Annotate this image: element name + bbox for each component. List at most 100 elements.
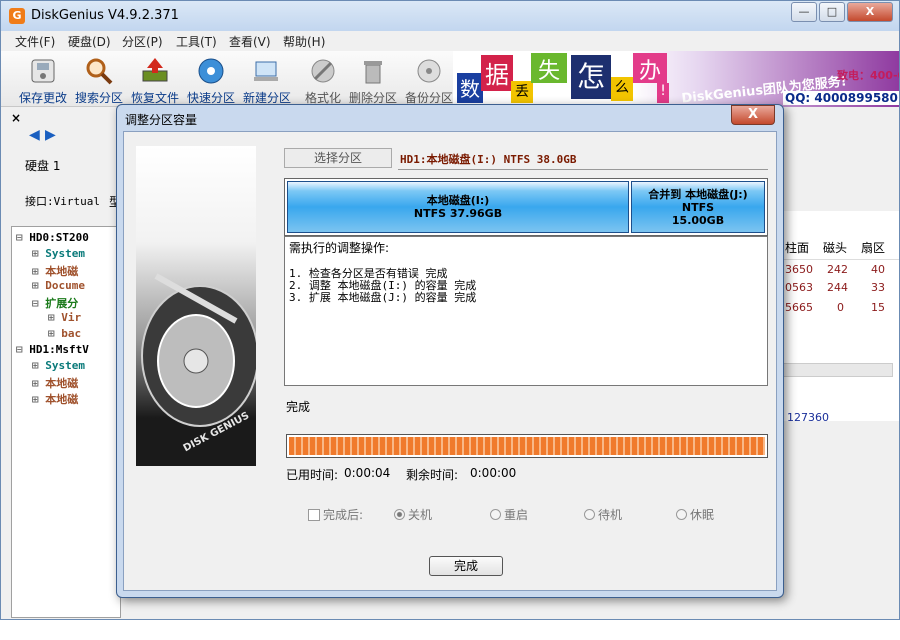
maximize-button[interactable]: □	[819, 2, 845, 22]
after-complete-checkbox[interactable]: 完成后:	[308, 506, 363, 523]
delete-partition-button[interactable]: 删除分区	[345, 53, 401, 105]
menu-view[interactable]: 查看(V)	[229, 33, 271, 50]
grid-cell: 244	[827, 281, 848, 294]
tree-item[interactable]: ⊞ Docume	[32, 279, 85, 295]
banner-char: 丢	[511, 81, 533, 103]
grid-header: 扇区	[861, 241, 886, 255]
recover-file-button[interactable]: 恢复文件	[127, 53, 183, 105]
tree-item[interactable]: ⊞ System	[32, 247, 85, 263]
nav-back-icon[interactable]: ◀	[29, 127, 40, 143]
nav-forward-icon[interactable]: ▶	[45, 127, 56, 143]
minimize-button[interactable]: —	[791, 2, 817, 22]
delete-partition-icon	[364, 61, 382, 84]
grid-extra-value: 127360	[787, 411, 829, 424]
partition-segment-i[interactable]: 本地磁盘(I:) NTFS 37.96GB	[287, 181, 629, 233]
quick-partition-button[interactable]: 快速分区	[183, 53, 239, 105]
new-partition-button[interactable]: 新建分区	[239, 53, 295, 105]
partition-layout-bar: 本地磁盘(I:) NTFS 37.96GB 合并到 本地磁盘(J:) NTFS …	[284, 178, 768, 236]
format-button[interactable]: 格式化	[295, 53, 351, 105]
elapsed-label: 已用时间:	[286, 468, 339, 482]
backup-partition-button[interactable]: 备份分区	[401, 53, 457, 105]
banner-phone: 致电：400-0	[837, 69, 899, 82]
menu-partition[interactable]: 分区(P)	[122, 33, 163, 50]
expand-icon[interactable]: ⊞	[32, 359, 45, 372]
radio-icon	[584, 509, 595, 520]
tree-item[interactable]: ⊞ 本地磁	[32, 263, 78, 279]
progress-fill	[289, 437, 765, 455]
option-hibernate[interactable]: 休眠	[676, 506, 714, 523]
save-changes-button[interactable]: 保存更改	[15, 53, 71, 105]
dialog-body: DISK GENIUS 选择分区 HD1:本地磁盘(I:) NTFS 38.0G…	[123, 131, 777, 591]
new-partition-icon	[254, 61, 278, 81]
expand-icon[interactable]: ⊞	[48, 311, 61, 324]
menu-bar: 文件(F) 硬盘(D) 分区(P) 工具(T) 查看(V) 帮助(H)	[1, 31, 899, 51]
partition-segment-j[interactable]: 合并到 本地磁盘(J:) NTFS 15.00GB	[631, 181, 765, 233]
radio-icon	[676, 509, 687, 520]
tree-item[interactable]: ⊟ 扩展分	[32, 295, 78, 311]
panel-close-icon[interactable]: ×	[11, 111, 21, 125]
grid-cell: 5665	[785, 301, 813, 314]
disk-info-panel: × ◀ ▶ 硬盘 1 接口:Virtual 型	[11, 109, 121, 219]
progress-bar	[286, 434, 768, 458]
option-standby[interactable]: 待机	[584, 506, 622, 523]
option-label: 关机	[408, 508, 433, 522]
expand-icon[interactable]: ⊟	[16, 343, 29, 356]
menu-help[interactable]: 帮助(H)	[283, 33, 325, 50]
expand-icon[interactable]: ⊞	[32, 247, 45, 260]
tree-item[interactable]: ⊟ HD0:ST200	[16, 231, 89, 247]
save-icon	[31, 59, 55, 83]
expand-icon[interactable]: ⊞	[32, 377, 45, 390]
grid-cell: 0563	[785, 281, 813, 294]
partition-grid: 柱面 磁头 扇区 3650 242 40 0563 244 33 5665 0 …	[781, 211, 899, 424]
operations-list: 需执行的调整操作: 1. 检查各分区是否有错误 完成 2. 调整 本地磁盘(I:…	[284, 236, 768, 386]
option-label: 重启	[504, 508, 529, 522]
promo-banner[interactable]: 数 据 丢 失 怎 么 办 ! DiskGenius团队为您服务! 致电：400…	[453, 51, 899, 107]
banner-qq: QQ: 4000899580	[783, 91, 899, 105]
selected-partition-path: HD1:本地磁盘(I:) NTFS 38.0GB	[398, 148, 768, 170]
segment-fs: NTFS 37.96GB	[413, 207, 503, 220]
tree-item-label: HD0:ST200	[29, 231, 89, 244]
tree-item-label: HD1:MsftV	[29, 343, 89, 356]
tree-item[interactable]: ⊞ bac	[48, 327, 81, 343]
menu-tools[interactable]: 工具(T)	[176, 33, 217, 50]
operation-item: 3. 扩展 本地磁盘(J:) 的容量 完成	[289, 291, 477, 304]
tree-item-label: bac	[61, 327, 82, 340]
remaining-value: 0:00:00	[470, 466, 517, 480]
tree-item-label: Vir	[61, 311, 82, 324]
grid-header: 柱面	[785, 241, 810, 255]
search-partition-icon	[86, 58, 113, 85]
expand-icon[interactable]: ⊞	[32, 393, 45, 406]
app-icon: G	[9, 8, 25, 24]
checkbox-icon	[308, 509, 320, 521]
horizontal-scrollbar[interactable]	[781, 363, 893, 377]
select-partition-button[interactable]: 选择分区	[284, 148, 392, 168]
close-button[interactable]: X	[847, 2, 893, 22]
banner-char: 数	[457, 73, 483, 103]
search-partition-button[interactable]: 搜索分区	[71, 53, 127, 105]
expand-icon[interactable]: ⊞	[32, 265, 45, 278]
tree-item[interactable]: ⊞ System	[32, 359, 85, 375]
expand-icon[interactable]: ⊞	[32, 279, 45, 292]
tree-item[interactable]: ⊞ 本地磁	[32, 391, 78, 407]
done-button[interactable]: 完成	[429, 556, 503, 576]
menu-file[interactable]: 文件(F)	[15, 33, 55, 50]
expand-icon[interactable]: ⊟	[32, 297, 45, 310]
expand-icon[interactable]: ⊟	[16, 231, 29, 244]
tree-item[interactable]: ⊟ HD1:MsftV	[16, 343, 89, 359]
tree-item[interactable]: ⊞ 本地磁	[32, 375, 78, 391]
dialog-close-button[interactable]: X	[731, 105, 775, 125]
tree-item-label: 扩展分	[45, 297, 79, 310]
backup-partition-icon	[417, 59, 441, 83]
grid-cell: 3650	[785, 263, 813, 276]
radio-icon	[394, 509, 405, 520]
option-restart[interactable]: 重启	[490, 506, 528, 523]
banner-char: 怎	[571, 55, 611, 99]
status-text: 完成	[286, 400, 311, 414]
expand-icon[interactable]: ⊞	[48, 327, 61, 340]
app-title: DiskGenius V4.9.2.371	[31, 8, 179, 23]
option-shutdown[interactable]: 关机	[394, 506, 432, 523]
menu-disk[interactable]: 硬盘(D)	[68, 33, 111, 50]
option-label: 待机	[598, 508, 623, 522]
toolbar: 保存更改 搜索分区 恢复文件 快速分区 新建分区 格式化 删除分区 备份分区 数…	[1, 51, 899, 107]
tree-item[interactable]: ⊞ Vir	[48, 311, 81, 327]
